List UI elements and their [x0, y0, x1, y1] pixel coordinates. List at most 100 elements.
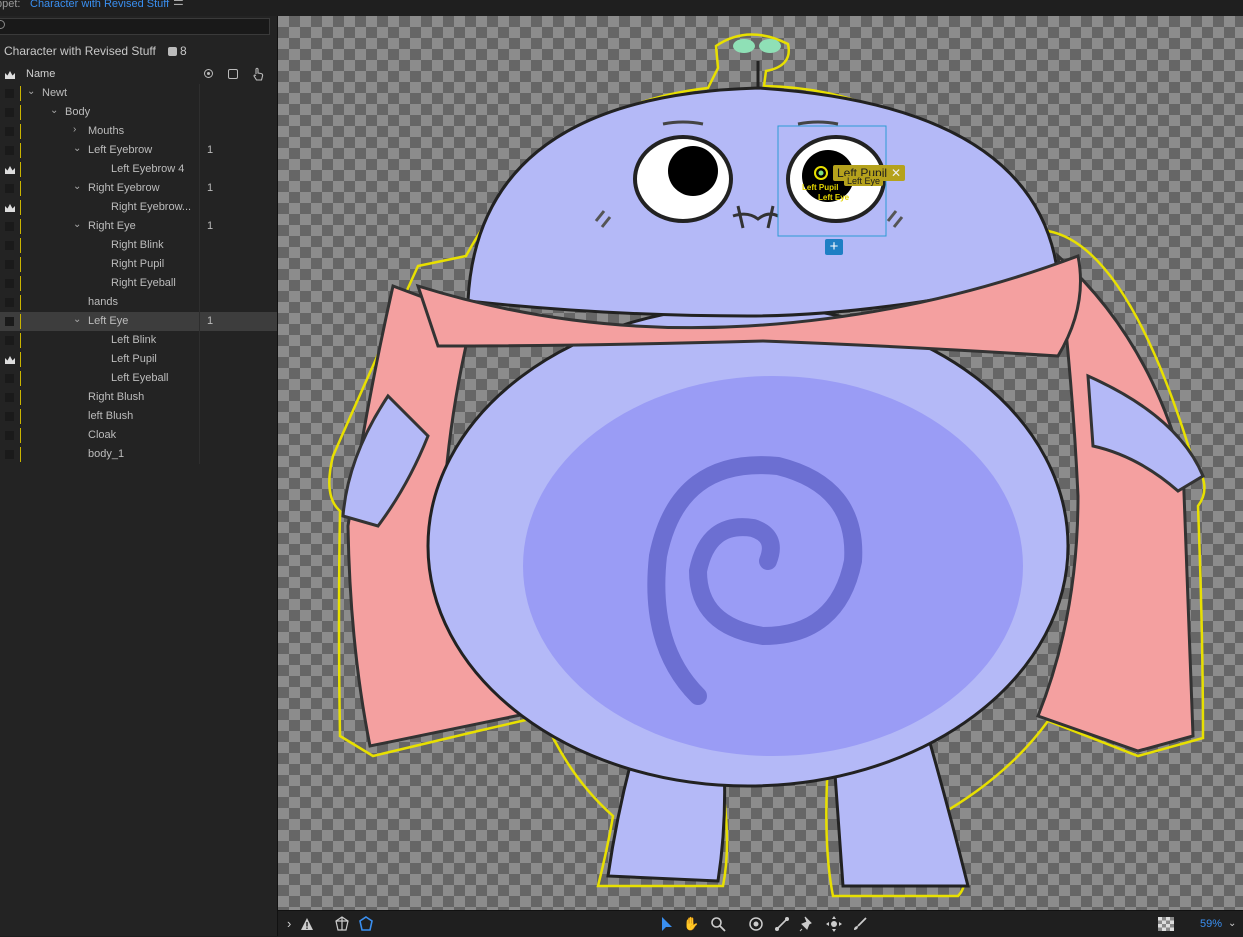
layer-row[interactable]: ⌄ Right Eye 1	[0, 217, 277, 236]
column-divider	[199, 236, 200, 255]
layer-row[interactable]: Cloak	[0, 426, 277, 445]
layer-row[interactable]: ⌄ Left Eye 1	[0, 312, 277, 331]
layer-visibility-checkbox[interactable]	[5, 222, 14, 231]
hamburger-icon[interactable]: ☰	[173, 0, 184, 7]
warning-icon[interactable]	[300, 916, 314, 932]
transparency-grid-icon[interactable]	[1158, 916, 1174, 932]
hand-tool-icon[interactable]: ✋	[683, 916, 699, 932]
chevron-right-icon[interactable]: ›	[73, 124, 76, 135]
layer-visibility-checkbox[interactable]	[5, 184, 14, 193]
title-bar: ppet: Character with Revised Stuff ☰	[0, 0, 1243, 16]
layer-row[interactable]: ⌄ Newt	[0, 84, 277, 103]
brush-tool-icon[interactable]	[852, 916, 868, 932]
layer-handle-count: 1	[207, 144, 214, 156]
layer-row[interactable]: hands	[0, 293, 277, 312]
crown-icon	[5, 356, 15, 364]
layer-color-bar	[20, 143, 21, 158]
layer-color-bar	[20, 162, 21, 177]
column-divider	[199, 274, 200, 293]
layer-row[interactable]: ⌄ Body	[0, 103, 277, 122]
layer-visibility-checkbox[interactable]	[5, 89, 14, 98]
layer-row[interactable]: Right Pupil	[0, 255, 277, 274]
layer-row[interactable]: ⌄ Left Eyebrow 1	[0, 141, 277, 160]
layer-color-bar	[20, 409, 21, 424]
layer-row[interactable]: Right Blink	[0, 236, 277, 255]
layer-color-bar	[20, 257, 21, 272]
layer-visibility-checkbox[interactable]	[5, 127, 14, 136]
handle-label-left-pupil: Left Pupil	[802, 183, 839, 192]
layer-visibility-checkbox[interactable]	[5, 374, 14, 383]
column-divider	[199, 141, 200, 160]
zoom-tool-icon[interactable]	[710, 916, 726, 932]
layer-row[interactable]: Right Eyeball	[0, 274, 277, 293]
column-divider	[199, 84, 200, 103]
layer-visibility-checkbox[interactable]	[5, 450, 14, 459]
name-column-header[interactable]: Name	[26, 68, 55, 80]
search-input[interactable]	[0, 18, 270, 35]
column-divider	[199, 122, 200, 141]
layer-row[interactable]: Right Eyebrow...	[0, 198, 277, 217]
layer-label: Left Eyebrow	[88, 144, 153, 156]
chevron-down-icon[interactable]: ⌄	[73, 219, 81, 230]
layer-color-bar	[20, 314, 21, 329]
layer-row[interactable]: › Mouths	[0, 122, 277, 141]
layer-row[interactable]: Right Blush	[0, 388, 277, 407]
layer-color-bar	[20, 124, 21, 139]
expand-chevron-icon[interactable]: ›	[287, 916, 291, 932]
layer-label: Right Pupil	[111, 258, 165, 270]
puppet-name-link[interactable]: Character with Revised Stuff	[30, 0, 169, 10]
layer-visibility-checkbox[interactable]	[5, 412, 14, 421]
layer-visibility-checkbox[interactable]	[5, 279, 14, 288]
layer-visibility-checkbox[interactable]	[5, 108, 14, 117]
layer-row[interactable]: left Blush	[0, 407, 277, 426]
layer-color-bar	[20, 105, 21, 120]
handle-tag-left-eye[interactable]: Left Eye	[844, 176, 884, 186]
layer-row[interactable]: Left Eyebrow 4	[0, 160, 277, 179]
hand-touch-icon[interactable]	[252, 67, 264, 81]
chevron-down-icon[interactable]: ⌄	[73, 143, 81, 154]
chevron-down-icon[interactable]: ⌄	[50, 105, 58, 116]
tag-column-icon[interactable]	[228, 69, 238, 79]
layer-visibility-checkbox[interactable]	[5, 393, 14, 402]
handle-label-left-eye: Left Eye	[818, 193, 850, 202]
zoom-level[interactable]: 59%	[1200, 918, 1222, 930]
stick-tool-icon[interactable]	[774, 916, 790, 932]
layer-visibility-checkbox[interactable]	[5, 146, 14, 155]
layer-row[interactable]: ⌄ Right Eyebrow 1	[0, 179, 277, 198]
layer-row[interactable]: body_1	[0, 445, 277, 464]
chevron-down-icon[interactable]: ⌄	[27, 86, 35, 97]
column-divider	[199, 312, 200, 331]
layer-label: Cloak	[88, 429, 117, 441]
chevron-down-icon[interactable]: ⌄	[73, 314, 81, 325]
column-divider	[199, 407, 200, 426]
layer-visibility-checkbox[interactable]	[5, 317, 14, 326]
dragger-tool-icon[interactable]	[826, 916, 842, 932]
chevron-down-icon[interactable]: ⌄	[73, 181, 81, 192]
puppet-label: ppet:	[0, 0, 21, 10]
handle-tool-icon[interactable]	[748, 916, 764, 932]
chevron-down-icon[interactable]: ⌄	[1228, 916, 1236, 932]
layer-color-bar	[20, 219, 21, 234]
layer-row[interactable]: Left Pupil	[0, 350, 277, 369]
layer-visibility-checkbox[interactable]	[5, 336, 14, 345]
handle-column-icon[interactable]	[204, 69, 213, 78]
layer-label: Right Blush	[88, 391, 145, 403]
layer-visibility-checkbox[interactable]	[5, 298, 14, 307]
close-icon[interactable]: ✕	[891, 166, 901, 180]
layer-color-bar	[20, 390, 21, 405]
puppet-canvas[interactable]: Left Pupil ✕ Left Eye Left Pupil Left Eye…	[278, 16, 1243, 910]
sprout-leaf-left	[733, 39, 755, 53]
add-handle-button[interactable]: +	[825, 239, 843, 255]
select-tool-icon[interactable]	[660, 916, 674, 932]
search-icon	[0, 20, 5, 29]
layer-visibility-checkbox[interactable]	[5, 241, 14, 250]
layer-visibility-checkbox[interactable]	[5, 260, 14, 269]
mesh-icon[interactable]	[334, 916, 350, 932]
layer-list: ⌄ Newt ⌄ Body › Mouths ⌄ Left Eyebrow 1 Left Eyeb…	[0, 84, 277, 464]
layer-visibility-checkbox[interactable]	[5, 431, 14, 440]
outline-icon[interactable]	[358, 916, 374, 932]
layer-row[interactable]: Left Eyeball	[0, 369, 277, 388]
layer-row[interactable]: Left Blink	[0, 331, 277, 350]
pin-tool-icon[interactable]	[799, 916, 815, 932]
layer-color-bar	[20, 200, 21, 215]
